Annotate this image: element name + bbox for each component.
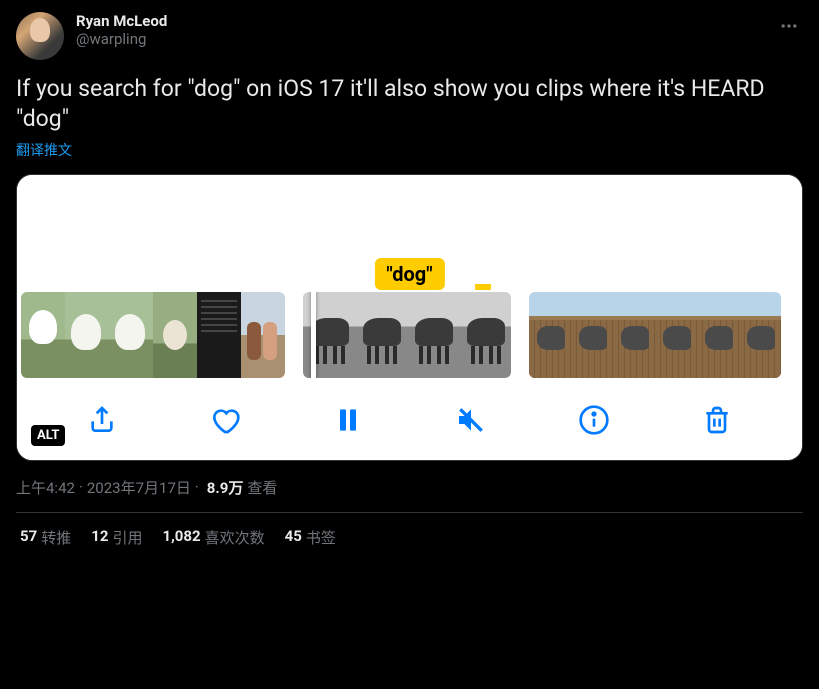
tweet-container: Ryan McLeod @warpling If you search for …: [0, 0, 819, 560]
tweet-meta[interactable]: 上午4:42 · 2023年7月17日 · 8.9万 查看: [16, 477, 803, 498]
retweets-label: 转推: [41, 527, 71, 548]
thumbnail-frame: [241, 292, 285, 378]
heart-icon[interactable]: [207, 402, 243, 438]
info-icon[interactable]: [576, 402, 612, 438]
quotes-label: 引用: [112, 527, 142, 548]
bookmarks-count: 45: [285, 527, 302, 548]
pause-icon[interactable]: [330, 402, 366, 438]
thumbnail-frame: [697, 292, 739, 378]
likes-stat[interactable]: 1,082 喜欢次数: [162, 527, 264, 548]
thumbnail-frame: [655, 292, 697, 378]
timeline-marker: [475, 284, 491, 290]
thumbnail-frame: [529, 292, 571, 378]
retweets-count: 57: [20, 527, 37, 548]
thumbnail-frame: [739, 292, 781, 378]
bookmarks-label: 书签: [306, 527, 336, 548]
search-term-badge: "dog": [374, 258, 444, 290]
translate-link[interactable]: 翻译推文: [16, 140, 72, 160]
clip-3[interactable]: [529, 292, 781, 378]
meta-separator: ·: [195, 478, 199, 496]
media-toolbar: [17, 380, 802, 460]
meta-separator: ·: [79, 478, 83, 496]
thumbnail-frame: [407, 292, 459, 378]
stats-row: 57 转推 12 引用 1,082 喜欢次数 45 书签: [16, 513, 803, 548]
views-label: 查看: [247, 477, 277, 498]
thumbnail-frame: [109, 292, 153, 378]
playhead[interactable]: [311, 292, 316, 378]
video-timeline[interactable]: [17, 290, 802, 380]
thumbnail-frame: [153, 292, 197, 378]
thumbnail-frame: [21, 292, 65, 378]
share-icon[interactable]: [84, 402, 120, 438]
avatar[interactable]: [16, 12, 64, 60]
trash-icon[interactable]: [699, 402, 735, 438]
likes-label: 喜欢次数: [205, 527, 265, 548]
tweet-header: Ryan McLeod @warpling: [16, 12, 803, 60]
tweet-text: If you search for "dog" on iOS 17 it'll …: [16, 74, 803, 134]
tweet-date: 2023年7月17日: [87, 477, 191, 498]
clip-1[interactable]: [21, 292, 285, 378]
thumbnail-frame: [355, 292, 407, 378]
mute-icon[interactable]: [453, 402, 489, 438]
thumbnail-frame: [613, 292, 655, 378]
bookmarks-stat[interactable]: 45 书签: [285, 527, 336, 548]
clip-2[interactable]: [303, 292, 511, 378]
display-name: Ryan McLeod: [76, 12, 167, 30]
quotes-stat[interactable]: 12 引用: [91, 527, 142, 548]
tweet-time: 上午4:42: [16, 477, 75, 498]
quotes-count: 12: [91, 527, 108, 548]
retweets-stat[interactable]: 57 转推: [20, 527, 71, 548]
media-card[interactable]: "dog": [16, 174, 803, 461]
views-count: 8.9万: [207, 477, 244, 498]
author-block[interactable]: Ryan McLeod @warpling: [76, 12, 167, 48]
thumbnail-frame: [65, 292, 109, 378]
handle: @warpling: [76, 30, 167, 48]
thumbnail-frame: [459, 292, 511, 378]
thumbnail-frame: [197, 292, 241, 378]
more-icon[interactable]: [775, 12, 803, 44]
media-blank-area: "dog": [17, 175, 802, 290]
alt-badge[interactable]: ALT: [31, 425, 65, 446]
likes-count: 1,082: [162, 527, 200, 548]
thumbnail-frame: [571, 292, 613, 378]
